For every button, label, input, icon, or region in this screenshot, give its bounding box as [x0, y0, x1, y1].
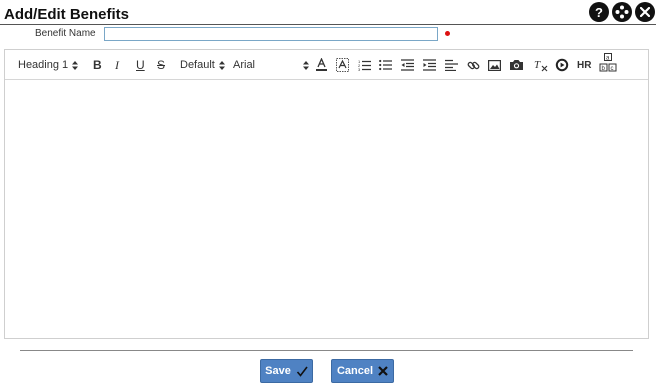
font-color-icon	[316, 58, 327, 71]
dialog-title: Add/Edit Benefits	[4, 6, 130, 23]
svg-text:c: c	[611, 66, 614, 72]
link-icon	[467, 61, 480, 69]
svg-text:T: T	[534, 59, 541, 71]
italic-button[interactable]: I	[115, 56, 119, 74]
hr-label: HR	[577, 59, 592, 71]
strikethrough-icon: S	[157, 58, 166, 72]
outdent-icon	[401, 59, 414, 71]
clear-formatting-button[interactable]: T	[534, 56, 548, 74]
add-edit-benefits-dialog: Add/Edit Benefits ? Benefit Name Heading…	[0, 0, 656, 384]
indent-icon	[423, 59, 436, 71]
heading-select[interactable]: Heading 1	[18, 56, 79, 74]
cancel-button[interactable]: Cancel	[331, 359, 394, 383]
bold-button[interactable]: B	[93, 56, 102, 74]
highlight-icon	[336, 58, 349, 72]
video-button[interactable]	[555, 56, 569, 74]
required-indicator	[445, 31, 450, 36]
font-size-select[interactable]: Default	[180, 56, 225, 74]
ordered-list-icon: 1 2 3	[358, 59, 371, 71]
save-button-label: Save	[265, 365, 291, 377]
clear-format-icon: T	[534, 59, 548, 72]
close-icon[interactable]	[635, 2, 655, 22]
font-family-select-value: Arial	[233, 59, 256, 71]
special-characters-button[interactable]: a b c	[599, 52, 617, 74]
camera-button[interactable]	[509, 56, 524, 74]
align-button[interactable]	[445, 56, 458, 74]
align-left-icon	[445, 59, 458, 71]
title-divider	[0, 24, 656, 25]
image-button[interactable]	[488, 56, 501, 74]
indent-button[interactable]	[423, 56, 436, 74]
italic-icon: I	[115, 57, 119, 72]
background-color-button[interactable]	[336, 56, 349, 74]
svg-text:3: 3	[358, 67, 361, 71]
cancel-button-label: Cancel	[336, 365, 374, 377]
camera-icon	[510, 60, 523, 70]
benefit-name-input[interactable]	[104, 27, 438, 41]
help-icon[interactable]: ?	[589, 2, 609, 22]
footer-divider	[20, 350, 633, 351]
font-family-select[interactable]: Arial	[233, 56, 309, 74]
select-arrows-icon	[218, 60, 225, 70]
select-arrows-icon	[303, 60, 309, 70]
editor-toolbar: Heading 1 B I U S Default Arial 1 2 3 T …	[5, 50, 648, 80]
horizontal-rule-button[interactable]: HR	[577, 56, 591, 74]
benefit-name-label: Benefit Name	[35, 28, 96, 39]
save-button[interactable]: Save	[260, 359, 313, 383]
strikethrough-button[interactable]: S	[157, 56, 165, 74]
editor-content-area[interactable]	[5, 80, 648, 338]
select-arrows-icon	[72, 60, 79, 70]
link-button[interactable]	[467, 56, 480, 74]
x-icon	[378, 366, 388, 376]
outdent-button[interactable]	[401, 56, 414, 74]
ordered-list-button[interactable]: 1 2 3	[358, 56, 371, 74]
bullet-list-icon	[379, 59, 392, 71]
bullet-list-button[interactable]	[379, 56, 392, 74]
video-icon	[555, 58, 569, 72]
font-color-button[interactable]	[315, 56, 328, 74]
image-icon	[488, 59, 501, 71]
move-icon[interactable]	[612, 2, 632, 22]
font-size-select-value: Default	[180, 59, 215, 71]
heading-select-value: Heading 1	[18, 59, 69, 71]
rich-text-editor: Heading 1 B I U S Default Arial 1 2 3 T …	[4, 49, 649, 339]
bold-icon: B	[93, 58, 102, 72]
special-characters-icon: a b c	[599, 53, 617, 72]
checkmark-icon	[296, 366, 308, 377]
underline-button[interactable]: U	[136, 56, 145, 74]
underline-icon: U	[136, 58, 145, 72]
